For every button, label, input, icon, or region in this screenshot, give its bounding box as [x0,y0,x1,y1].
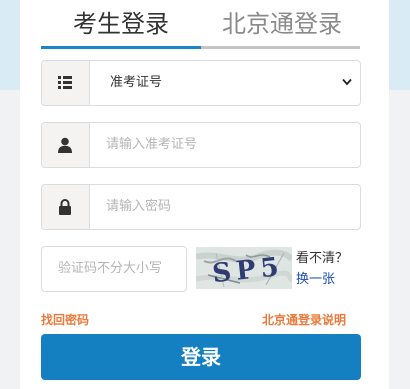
refresh-captcha-link[interactable]: 换一张 [296,268,335,287]
id-number-input[interactable]: 请输入准考证号 [41,122,361,168]
id-number-placeholder: 请输入准考证号 [106,137,198,152]
captcha-input[interactable]: 验证码不分大小写 [41,246,187,292]
refresh-question: 看不清？ [296,251,349,266]
captcha-placeholder: 验证码不分大小写 [58,261,163,276]
password-placeholder: 请输入密码 [106,199,172,214]
tab-beijing-login[interactable]: 北京通登录 [222,6,342,42]
password-input[interactable]: 请输入密码 [41,184,361,230]
captcha-image[interactable]: SP5 [196,247,292,289]
captcha-text: SP5 [211,252,285,289]
chevron-down-icon [342,78,352,86]
tab-candidate-login[interactable]: 考生登录 [73,6,169,42]
user-icon [42,123,90,167]
login-button[interactable]: 登录 [41,334,361,380]
id-type-value: 准考证号 [110,75,163,90]
forgot-password-link[interactable]: 找回密码 [41,311,89,328]
tab-underline-active [41,46,201,49]
lock-icon [42,185,90,229]
beijing-login-help-link[interactable]: 北京通登录说明 [262,311,346,328]
list-icon [42,61,90,105]
tab-underline-inactive [200,46,360,49]
id-type-select[interactable]: 准考证号 [41,60,361,106]
